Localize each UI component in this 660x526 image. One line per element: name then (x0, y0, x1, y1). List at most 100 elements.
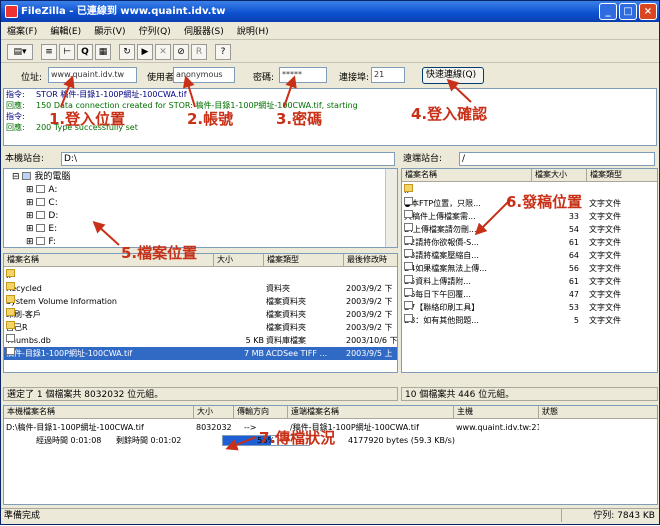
app-icon (5, 5, 18, 18)
annotation-transfer-status: 7.傳檔狀況 (259, 429, 336, 447)
transfer-queue: 本機檔案名稱 大小 傳輸方向 遠端檔案名稱 主機 狀態 D:\稿件-目錄1-10… (3, 405, 658, 505)
title-bar: FileZilla - 已連線到 www.quaint.idv.tw _ □ × (1, 1, 659, 22)
file-row[interactable]: D:上傳檔案請勿刪... 54 文字文件 (402, 223, 657, 236)
col-host[interactable]: 主機 (454, 406, 539, 418)
address-input[interactable]: www.quaint.idv.tw (48, 67, 137, 83)
file-row[interactable]: 印刷-客戶 檔案資料夾 2003/9/2 下 (4, 308, 397, 321)
tree-item[interactable]: ⊞ A: (12, 184, 397, 197)
cancel-icon[interactable]: ✕ (155, 44, 171, 60)
annotation-login-confirm: 4.登入確認 (411, 105, 488, 123)
col-type[interactable]: 檔案類型 (264, 254, 344, 266)
col-type[interactable]: 檔案類型 (587, 169, 657, 181)
user-input[interactable]: anonymous (173, 67, 235, 83)
minimize-icon[interactable]: _ (599, 3, 617, 20)
port-input[interactable]: 21 (371, 67, 405, 83)
remote-site-label: 遠端站台: (403, 154, 443, 164)
close-icon[interactable]: × (639, 3, 657, 20)
local-path-input[interactable]: D:\ (61, 152, 395, 166)
col-size[interactable]: 大小 (194, 406, 234, 418)
remote-path-input[interactable]: / (459, 152, 655, 166)
local-file-list: 檔案名稱 大小 檔案類型 最後修改時 ..Recycled資料夾2003/9/2… (3, 253, 398, 373)
queue-header: 本機檔案名稱 大小 傳輸方向 遠端檔案名稱 主機 狀態 (4, 406, 657, 419)
tree-item[interactable]: ⊟ 我的電腦 (12, 171, 397, 184)
queue-size: 佇列: 7843 KB (561, 508, 659, 522)
remote-list-header: 檔案名稱 檔案大小 檔案類型 (402, 169, 657, 182)
menu-edit[interactable]: 編輯(E) (50, 27, 81, 37)
file-icon (404, 288, 413, 296)
password-label: 密碼: (253, 73, 275, 83)
col-size[interactable]: 檔案大小 (532, 169, 587, 181)
filezilla-window: FileZilla - 已連線到 www.quaint.idv.tw _ □ ×… (0, 0, 660, 525)
col-status[interactable]: 狀態 (539, 406, 657, 418)
file-row[interactable]: 自己R 檔案資料夾 2003/9/2 下 (4, 321, 397, 334)
file-icon (404, 275, 413, 283)
annotation-login-address: 1.登入位置 (49, 110, 126, 128)
col-remote-file[interactable]: 遠端檔案名稱 (288, 406, 454, 418)
col-size[interactable]: 大小 (214, 254, 264, 266)
elapsed-time: 經過時間 0:01:08 (36, 436, 102, 445)
port-label: 連接埠: (339, 73, 370, 83)
tree-item[interactable]: ⊞ D: (12, 210, 397, 223)
file-row[interactable]: Thumbs.db 5 KB 資料庫檔案 2003/10/6 下 (4, 334, 397, 347)
quickconnect-button[interactable]: 快速連線(Q) (422, 67, 484, 84)
annotation-upload-location: 6.發稿位置 (506, 191, 583, 212)
file-row[interactable]: 稿件-目錄1-100P網址-100CWA.tif 7 MB ACDSee TIFF … (4, 347, 397, 360)
file-icon (404, 210, 413, 218)
file-icon (404, 236, 413, 244)
file-icon (6, 347, 15, 355)
file-row[interactable]: D7【聯絡印刷工具】 53 文字文件 (402, 301, 657, 314)
file-row[interactable]: D2請將你欲報價-S... 61 文字文件 (402, 236, 657, 249)
folder-icon (6, 308, 15, 316)
file-row[interactable]: D3請將檔案壓縮自... 64 文字文件 (402, 249, 657, 262)
folder-icon (6, 269, 15, 277)
process-queue-icon[interactable]: ▶ (137, 44, 153, 60)
col-filename[interactable]: 檔案名稱 (402, 169, 532, 181)
menu-queue[interactable]: 佇列(Q) (139, 27, 171, 37)
local-tree: ⊟ 我的電腦 ⊞ A: ⊞ C: ⊞ D: ⊞ E: ⊞ F: (3, 168, 398, 248)
tree-item[interactable]: ⊞ F: (12, 236, 397, 247)
view-toggle-icon[interactable]: ▦ (95, 44, 111, 60)
menu-view[interactable]: 顯示(V) (94, 27, 125, 37)
file-icon (404, 249, 413, 257)
folder-icon (6, 321, 15, 329)
help-icon[interactable]: ? (215, 44, 231, 60)
address-label: 位址: (21, 73, 43, 83)
local-site-bar: 本機站台: D:\ (5, 151, 397, 167)
tree-item[interactable]: ⊞ E: (12, 223, 397, 236)
folder-icon (6, 295, 15, 303)
menu-server[interactable]: 伺服器(S) (184, 27, 224, 37)
file-row[interactable]: D8：如有其他問題... 5 文字文件 (402, 314, 657, 327)
refresh-icon[interactable]: ↻ (119, 44, 135, 60)
file-row[interactable]: D4如果檔案無法上傳... 56 文字文件 (402, 262, 657, 275)
tree-item[interactable]: ⊞ C: (12, 197, 397, 210)
scrollbar[interactable] (385, 169, 397, 247)
window-title: FileZilla - 已連線到 www.quaint.idv.tw (21, 6, 226, 17)
log-toggle-icon[interactable]: ≡ (41, 44, 57, 60)
disconnect-icon[interactable]: ⊘ (173, 44, 189, 60)
queue-toggle-icon[interactable]: Q (77, 44, 93, 60)
toolbar: ▤▾ ≡ ⊢ Q ▦ ↻ ▶ ✕ ⊘ R ? (1, 41, 659, 63)
menu-help[interactable]: 說明(H) (237, 27, 269, 37)
log-line: 指令: STOR 稿件-目錄1-100P網址-100CWA.tif (6, 90, 187, 99)
file-icon (6, 334, 15, 342)
password-input[interactable]: ***** (279, 67, 327, 83)
file-row[interactable]: System Volume Information 檔案資料夾 2003/9/2 下 (4, 295, 397, 308)
file-row[interactable]: D6每日下午回覆... 47 文字文件 (402, 288, 657, 301)
file-row[interactable]: Recycled 資料夾 2003/9/2 下 (4, 282, 397, 295)
col-local-file[interactable]: 本機檔案名稱 (4, 406, 194, 418)
reconnect-icon[interactable]: R (191, 44, 207, 60)
tree-toggle-icon[interactable]: ⊢ (59, 44, 75, 60)
local-site-label: 本機站台: (5, 154, 45, 164)
col-modified[interactable]: 最後修改時 (344, 254, 397, 266)
site-manager-icon[interactable]: ▤▾ (7, 44, 33, 60)
col-direction[interactable]: 傳輸方向 (234, 406, 288, 418)
file-row[interactable]: D5資料上傳請附... 61 文字文件 (402, 275, 657, 288)
menu-bar: 檔案(F) 編輯(E) 顯示(V) 佇列(Q) 伺服器(S) 說明(H) (1, 23, 659, 40)
quickconnect-bar: 位址: www.quaint.idv.tw 使用者: anonymous 密碼:… (1, 64, 659, 87)
local-status: 選定了 1 個檔案共 8032032 位元組。 (3, 387, 398, 401)
file-row[interactable]: .. (4, 269, 397, 282)
maximize-icon[interactable]: □ (619, 3, 637, 20)
menu-file[interactable]: 檔案(F) (7, 27, 37, 37)
folder-icon (404, 184, 413, 192)
annotation-password: 3.密碼 (276, 110, 323, 128)
